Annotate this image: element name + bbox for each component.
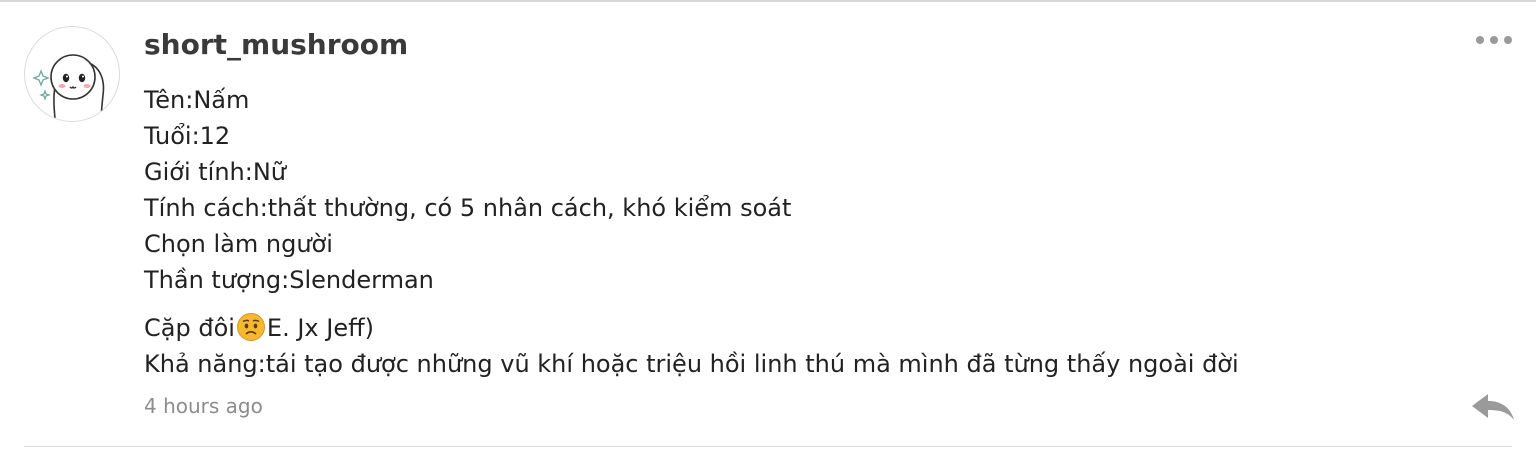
timestamp: 4 hours ago (144, 394, 263, 418)
ghost-avatar-icon (32, 54, 105, 121)
comment-card: short_mushroom Tên:Nấm Tuổi:12 Giới tính… (0, 2, 1536, 454)
comment-body: Tên:Nấm Tuổi:12 Giới tính:Nữ Tính cách:t… (144, 82, 1424, 382)
comment-line-age: Tuổi:12 (144, 122, 231, 150)
comment-line-gender: Giới tính:Nữ (144, 158, 286, 186)
avatar[interactable] (24, 26, 120, 122)
more-options-button[interactable] (1466, 28, 1522, 52)
reply-arrow-icon (1472, 394, 1514, 420)
more-options-icon-dot (1490, 36, 1498, 44)
comment-line-pair: Cặp đôi E. Jx Jeff) (144, 310, 1424, 346)
comment-line-idol: Thần tượng:Slenderman (144, 266, 434, 294)
worried-face-emoji (236, 312, 266, 342)
pair-suffix: E. Jx Jeff) (266, 314, 374, 342)
comment-line-name: Tên:Nấm (144, 86, 250, 114)
comment-line-choice: Chọn làm người (144, 230, 333, 258)
username[interactable]: short_mushroom (144, 28, 408, 61)
comment-line-ability: Khả năng:tái tạo được những vũ khí hoặc … (144, 350, 1239, 378)
reply-button[interactable] (1466, 388, 1518, 428)
bottom-divider (24, 446, 1512, 447)
more-options-icon (1476, 36, 1484, 44)
pair-prefix: Cặp đôi (144, 314, 235, 342)
comment-line-personality: Tính cách:thất thường, có 5 nhân cách, k… (144, 194, 792, 222)
more-options-icon-dot (1504, 36, 1512, 44)
